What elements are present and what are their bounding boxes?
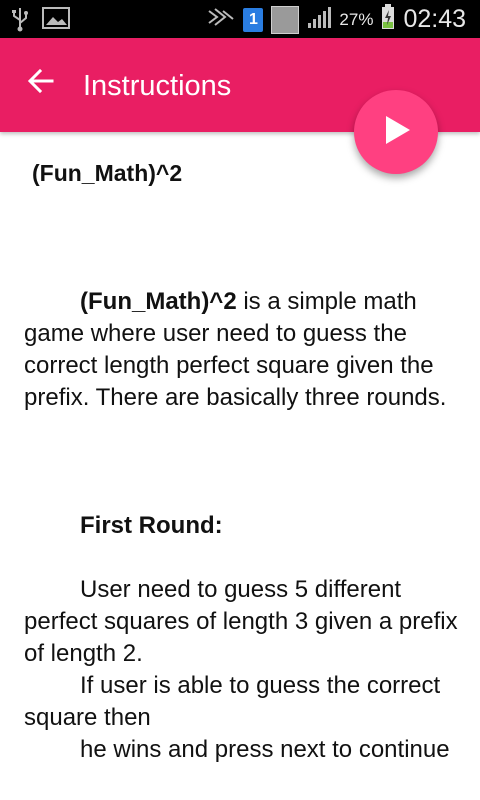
battery-charging-icon [381,4,395,35]
no-signal-icon [271,5,300,34]
arrow-back-icon [24,68,58,102]
game-title: (Fun_Math)^2 [32,160,183,186]
round1-line3-text: he wins and press next to continue [80,736,450,763]
play-icon [378,112,414,153]
page-title: Instructions [83,70,232,102]
image-icon [42,6,70,37]
back-button[interactable] [24,64,58,98]
play-button[interactable] [354,90,438,174]
usb-icon [10,6,30,37]
round1-line2-text: If user is able to guess the correct squ… [24,672,441,731]
status-bar: 1 27% 02:43 [0,0,480,38]
signal-muted-icon [207,5,235,34]
sim-icon: 1 [243,7,264,32]
intro-paragraph: (Fun_Math)^2 is a simple math game where… [24,286,464,414]
round1-line2: If user is able to guess the correct squ… [24,670,464,734]
signal-icon [307,5,332,34]
battery-percent: 27% [339,9,374,29]
clock: 02:43 [403,5,466,33]
intro-game-name: (Fun_Math)^2 [80,288,237,315]
round1-line1-text: User need to guess 5 different perfect s… [24,576,458,667]
round1-line1: User need to guess 5 different perfect s… [24,574,464,670]
round1-heading: First Round: [80,512,223,539]
round1-heading-row: First Round: [24,510,464,542]
round1-line3: he wins and press next to continue [24,734,464,766]
